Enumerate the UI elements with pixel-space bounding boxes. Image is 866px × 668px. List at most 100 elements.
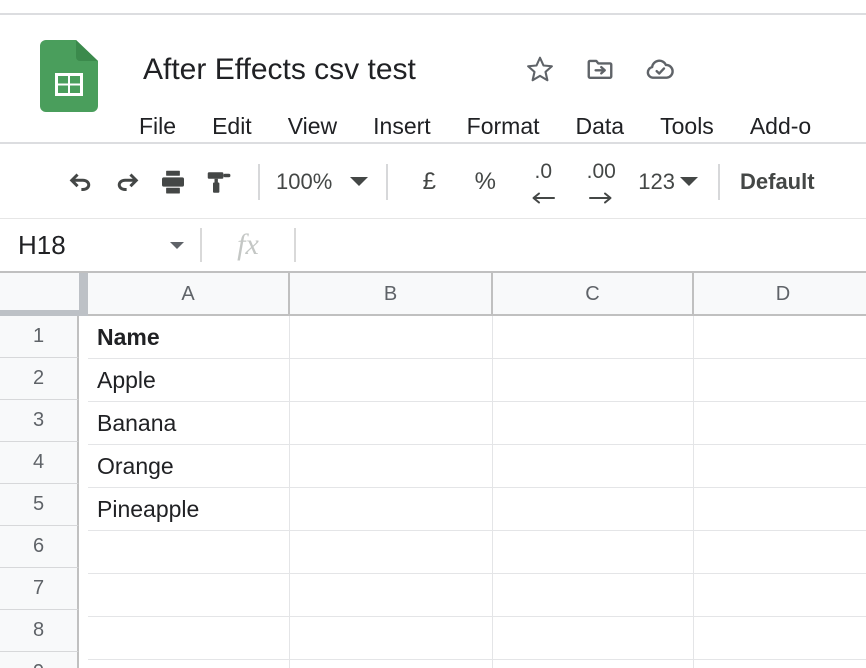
column-header-label: B bbox=[383, 283, 398, 305]
cell-D6[interactable] bbox=[694, 531, 866, 573]
cell-C5[interactable] bbox=[493, 488, 694, 530]
cell-D1[interactable] bbox=[694, 316, 866, 358]
cell-B8[interactable] bbox=[290, 617, 493, 659]
row-header-label: 8 bbox=[32, 619, 45, 641]
star-icon[interactable] bbox=[524, 53, 556, 85]
cell-C2[interactable] bbox=[493, 359, 694, 401]
cell-A2[interactable]: Apple bbox=[88, 359, 290, 401]
increase-decimal-button[interactable]: .00 bbox=[570, 158, 632, 206]
chevron-down-icon bbox=[170, 241, 184, 249]
move-to-folder-icon[interactable] bbox=[584, 53, 616, 85]
cell-A4[interactable]: Orange bbox=[88, 445, 290, 487]
decrease-decimal-label: .0 bbox=[534, 159, 553, 183]
cell-A6[interactable] bbox=[88, 531, 290, 573]
row-header-5[interactable]: 5 bbox=[0, 484, 79, 526]
cell-D5[interactable] bbox=[694, 488, 866, 530]
menu-item-data[interactable]: Data bbox=[558, 108, 643, 144]
cell-B3[interactable] bbox=[290, 402, 493, 444]
menu-item-edit[interactable]: Edit bbox=[194, 108, 270, 144]
table-row: Name bbox=[88, 316, 866, 359]
cell-C9[interactable] bbox=[493, 660, 694, 668]
arrow-left-icon bbox=[516, 192, 570, 204]
formula-input[interactable] bbox=[296, 219, 866, 271]
row-header-label: 5 bbox=[32, 493, 45, 515]
menu-item-file[interactable]: File bbox=[139, 108, 194, 144]
menu-bar: File Edit View Insert Format Data Tools … bbox=[139, 108, 829, 144]
row-header-label: 7 bbox=[32, 577, 45, 599]
cell-A7[interactable] bbox=[88, 574, 290, 616]
row-header-6[interactable]: 6 bbox=[0, 526, 79, 568]
cell-C3[interactable] bbox=[493, 402, 694, 444]
row-header-4[interactable]: 4 bbox=[0, 442, 79, 484]
print-icon[interactable] bbox=[150, 159, 196, 205]
menu-item-view[interactable]: View bbox=[270, 108, 355, 144]
cell-B7[interactable] bbox=[290, 574, 493, 616]
cell-D9[interactable] bbox=[694, 660, 866, 668]
cell-A1[interactable]: Name bbox=[88, 316, 290, 358]
menu-item-tools[interactable]: Tools bbox=[642, 108, 732, 144]
row-header-9[interactable]: 9 bbox=[0, 652, 79, 668]
document-header: After Effects csv test File Edit View In… bbox=[0, 15, 866, 143]
cell-B2[interactable] bbox=[290, 359, 493, 401]
column-header-c[interactable]: C bbox=[493, 273, 694, 316]
cloud-saved-icon[interactable] bbox=[644, 53, 676, 85]
table-row: Banana bbox=[88, 402, 866, 445]
cell-A3[interactable]: Banana bbox=[88, 402, 290, 444]
function-icon[interactable]: fx bbox=[202, 219, 294, 271]
more-formats-button[interactable]: 123 bbox=[638, 169, 698, 195]
toolbar: 100% £ % .0 .00 123 Default bbox=[0, 145, 866, 218]
cell-C4[interactable] bbox=[493, 445, 694, 487]
title-actions bbox=[524, 53, 676, 85]
cell-C1[interactable] bbox=[493, 316, 694, 358]
cell-B5[interactable] bbox=[290, 488, 493, 530]
cell-C7[interactable] bbox=[493, 574, 694, 616]
cell-D8[interactable] bbox=[694, 617, 866, 659]
row-header-label: 6 bbox=[32, 535, 45, 557]
currency-format-button[interactable]: £ bbox=[406, 168, 452, 196]
font-family-selector[interactable]: Default bbox=[740, 169, 815, 195]
cell-A5[interactable]: Pineapple bbox=[88, 488, 290, 530]
cell-A9[interactable] bbox=[88, 660, 290, 668]
menu-item-addons[interactable]: Add-o bbox=[732, 108, 829, 144]
column-header-label: C bbox=[585, 283, 600, 305]
cell-C8[interactable] bbox=[493, 617, 694, 659]
cell-area: Name Apple Banana Orange Pineapple bbox=[88, 316, 866, 668]
percent-format-button[interactable]: % bbox=[462, 168, 508, 196]
cell-B4[interactable] bbox=[290, 445, 493, 487]
paint-format-icon[interactable] bbox=[196, 159, 242, 205]
page-title[interactable]: After Effects csv test bbox=[143, 51, 416, 89]
cell-D2[interactable] bbox=[694, 359, 866, 401]
cell-B6[interactable] bbox=[290, 531, 493, 573]
cell-D4[interactable] bbox=[694, 445, 866, 487]
zoom-control[interactable]: 100% bbox=[276, 169, 369, 195]
cell-C6[interactable] bbox=[493, 531, 694, 573]
cell-A8[interactable] bbox=[88, 617, 290, 659]
redo-icon[interactable] bbox=[104, 159, 150, 205]
name-box[interactable]: H18 bbox=[0, 219, 200, 271]
row-header-2[interactable]: 2 bbox=[0, 358, 79, 400]
column-header-b[interactable]: B bbox=[290, 273, 493, 316]
decrease-decimal-button[interactable]: .0 bbox=[516, 158, 570, 206]
menu-item-insert[interactable]: Insert bbox=[355, 108, 449, 144]
column-header-d[interactable]: D bbox=[694, 273, 866, 316]
cell-D7[interactable] bbox=[694, 574, 866, 616]
toolbar-separator-3 bbox=[718, 163, 720, 200]
formula-bar: H18 fx bbox=[0, 219, 866, 271]
row-header-8[interactable]: 8 bbox=[0, 610, 79, 652]
sheets-doc-icon[interactable] bbox=[40, 40, 98, 112]
row-header-label: 9 bbox=[33, 661, 44, 668]
cell-D3[interactable] bbox=[694, 402, 866, 444]
column-header-a[interactable]: A bbox=[88, 273, 290, 316]
undo-icon[interactable] bbox=[58, 159, 104, 205]
row-header-7[interactable]: 7 bbox=[0, 568, 79, 610]
chevron-down-icon bbox=[680, 177, 698, 186]
row-header-1[interactable]: 1 bbox=[0, 316, 79, 358]
cell-B1[interactable] bbox=[290, 316, 493, 358]
table-row: Pineapple bbox=[88, 488, 866, 531]
menu-item-format[interactable]: Format bbox=[449, 108, 558, 144]
cell-B9[interactable] bbox=[290, 660, 493, 668]
row-header-label: 2 bbox=[32, 367, 45, 389]
header-divider bbox=[0, 142, 866, 144]
toolbar-separator-2 bbox=[386, 163, 389, 200]
row-header-3[interactable]: 3 bbox=[0, 400, 79, 442]
